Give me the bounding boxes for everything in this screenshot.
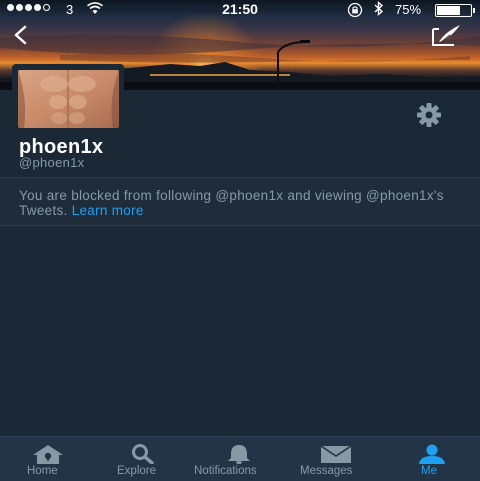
tab-notifications[interactable]: Notifications: [192, 437, 288, 481]
edit-icon: [432, 25, 460, 46]
profile-handle: @phoen1x: [19, 155, 85, 170]
avatar[interactable]: [18, 70, 119, 128]
tab-messages[interactable]: Messages: [298, 437, 376, 481]
tab-bar: Home Explore Notifications Messages Me: [0, 436, 480, 481]
rotation-lock-icon: [347, 2, 363, 21]
blocked-notice: You are blocked from following @phoen1x …: [0, 178, 480, 226]
person-icon: [419, 444, 445, 464]
tab-me[interactable]: Me: [412, 437, 452, 481]
chevron-left-icon: [14, 25, 27, 45]
bell-icon: [228, 445, 250, 464]
battery-icon: [435, 4, 475, 17]
back-button[interactable]: [8, 22, 34, 48]
tab-explore-label: Explore: [117, 465, 156, 477]
home-icon: [33, 445, 63, 464]
tab-messages-label: Messages: [300, 465, 353, 477]
battery-percent: 75%: [395, 2, 422, 17]
tab-me-label: Me: [421, 465, 437, 477]
tab-home-label: Home: [27, 465, 58, 477]
status-bar: 3 21:50 75%: [0, 0, 480, 20]
gear-icon: [417, 103, 441, 127]
bluetooth-icon: [374, 0, 384, 19]
tab-home[interactable]: Home: [20, 437, 76, 481]
tab-notifications-label: Notifications: [194, 465, 257, 477]
envelope-icon: [320, 445, 352, 463]
tab-explore[interactable]: Explore: [112, 437, 176, 481]
compose-tweet-button[interactable]: [430, 22, 464, 48]
search-icon: [132, 444, 154, 464]
profile-settings-button[interactable]: [415, 101, 443, 129]
learn-more-link[interactable]: Learn more: [72, 203, 144, 218]
